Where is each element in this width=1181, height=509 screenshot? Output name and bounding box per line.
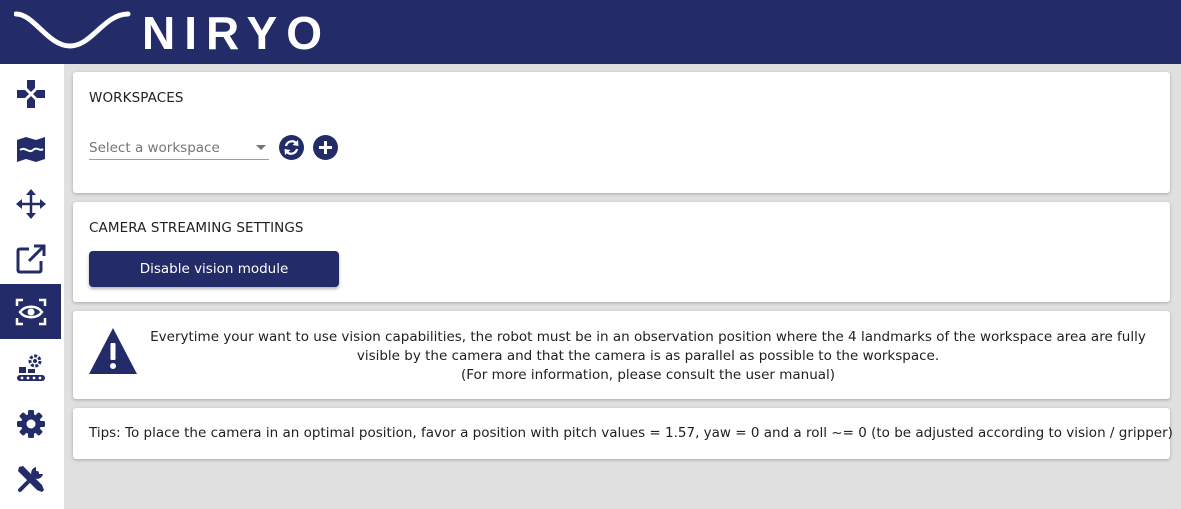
tips-card: Tips: To place the camera in an optimal … (73, 408, 1173, 459)
warning-card: Everytime your want to use vision capabi… (73, 311, 1170, 399)
warning-message: Everytime your want to use vision capabi… (135, 328, 1161, 385)
top-bar: NIRYO (0, 0, 1181, 64)
external-link-icon (16, 244, 45, 273)
sidebar-item-tools[interactable] (0, 451, 61, 506)
sidebar (0, 64, 64, 509)
workspace-select[interactable]: Select a workspace (89, 136, 269, 160)
brand-text: NIRYO (142, 8, 331, 56)
workspaces-card: WORKSPACES Select a workspace (73, 72, 1170, 193)
workspace-select-placeholder: Select a workspace (89, 140, 220, 156)
gear-icon (16, 409, 45, 438)
refresh-button[interactable] (278, 134, 304, 160)
warning-triangle-icon (89, 328, 137, 374)
sidebar-item-external[interactable] (0, 231, 61, 286)
move-arrows-icon (15, 188, 46, 219)
refresh-icon (278, 134, 304, 160)
tools-icon (17, 465, 44, 492)
niryo-logo[interactable]: NIRYO (14, 8, 334, 56)
sidebar-item-settings[interactable] (0, 396, 61, 451)
add-workspace-button[interactable] (312, 134, 338, 160)
eye-scan-icon (15, 298, 46, 325)
camera-settings-card: CAMERA STREAMING SETTINGS Disable vision… (73, 202, 1170, 302)
conveyor-gear-icon (16, 354, 45, 381)
tips-text: Tips: To place the camera in an optimal … (89, 425, 1173, 441)
gamepad-icon (16, 79, 45, 108)
wave-logo-icon: NIRYO (14, 8, 331, 56)
warning-line-1: Everytime your want to use vision capabi… (150, 329, 1146, 364)
camera-settings-title: CAMERA STREAMING SETTINGS (89, 220, 304, 236)
add-circle-icon (312, 134, 338, 160)
sidebar-item-workspace[interactable] (0, 121, 61, 176)
sidebar-item-control[interactable] (0, 66, 61, 121)
map-icon (16, 136, 45, 162)
sidebar-item-conveyor[interactable] (0, 341, 61, 396)
disable-vision-button[interactable]: Disable vision module (89, 251, 339, 287)
sidebar-item-move[interactable] (0, 176, 61, 231)
dropdown-arrow-icon (256, 145, 266, 150)
sidebar-item-vision[interactable] (0, 284, 61, 339)
warning-line-2: (For more information, please consult th… (460, 367, 836, 383)
workspaces-title: WORKSPACES (89, 90, 184, 106)
